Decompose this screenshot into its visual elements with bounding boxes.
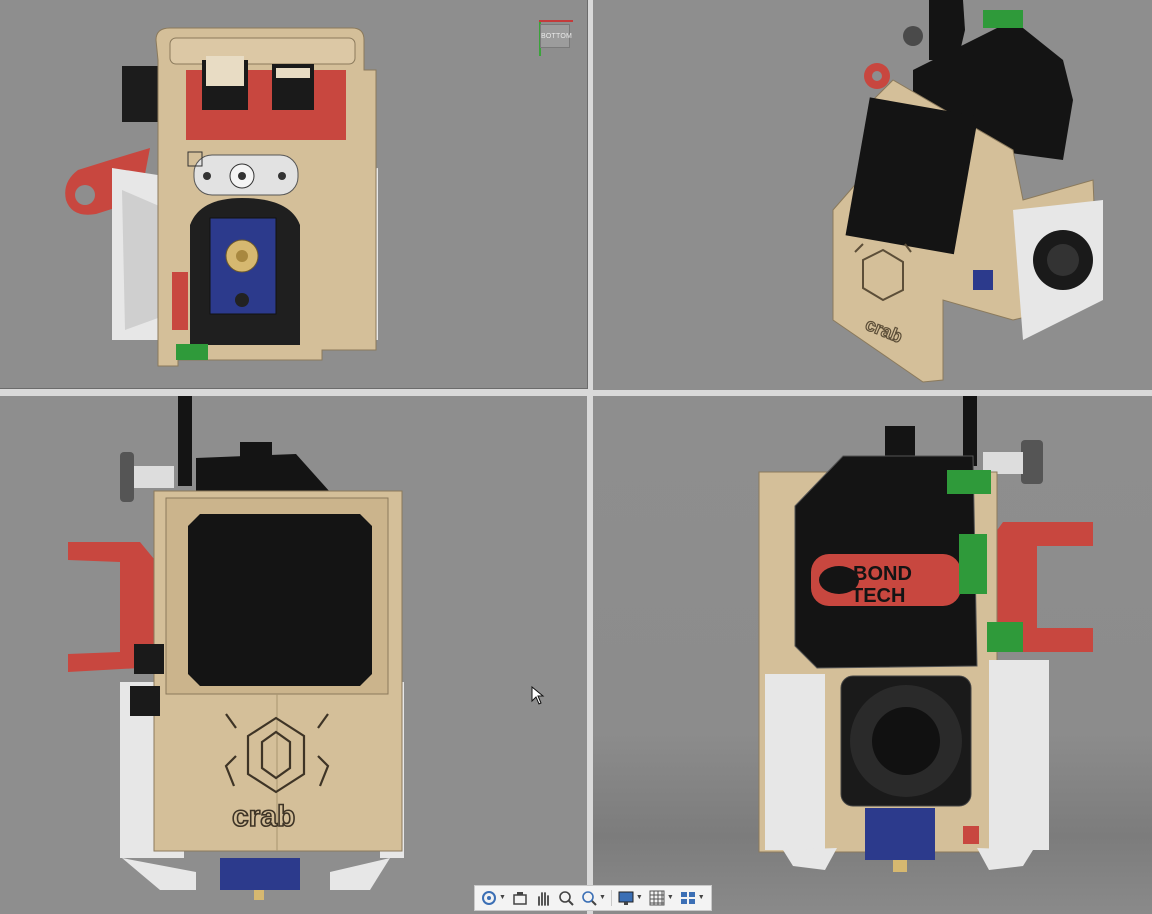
chevron-down-icon: ▼ bbox=[635, 894, 643, 901]
green-clip-top bbox=[947, 470, 991, 494]
pan-button[interactable] bbox=[533, 888, 553, 908]
display-settings-icon bbox=[618, 891, 634, 905]
front-motor bbox=[188, 514, 372, 686]
view-cube[interactable]: BOTTOM bbox=[536, 20, 573, 56]
viewport-front[interactable]: crab bbox=[0, 396, 587, 914]
model-iso-view[interactable]: crab bbox=[593, 0, 1152, 390]
fit-button[interactable]: ▼ bbox=[579, 888, 607, 908]
toolbar-separator bbox=[610, 890, 612, 906]
model-top-view[interactable] bbox=[0, 0, 587, 388]
brand-line-1: BOND bbox=[853, 563, 912, 585]
back-heater bbox=[865, 808, 935, 860]
green-part bbox=[176, 344, 208, 360]
front-logo-text: crab bbox=[232, 800, 295, 833]
chevron-down-icon: ▼ bbox=[697, 894, 705, 901]
zoom-button[interactable] bbox=[556, 888, 576, 908]
back-side-left bbox=[765, 674, 825, 850]
chevron-down-icon: ▼ bbox=[598, 894, 606, 901]
look-at-icon bbox=[513, 892, 527, 905]
look-at-button[interactable] bbox=[510, 888, 530, 908]
grid-icon bbox=[649, 890, 665, 906]
chevron-down-icon: ▼ bbox=[666, 894, 674, 901]
bracket-hole bbox=[75, 185, 95, 205]
grid-button[interactable]: ▼ bbox=[647, 888, 675, 908]
viewports-button[interactable]: ▼ bbox=[678, 888, 706, 908]
brand-line-2: TECH bbox=[851, 585, 905, 607]
viewport-top[interactable]: BOTTOM bbox=[0, 0, 588, 389]
orbit-icon bbox=[482, 891, 496, 905]
front-heater bbox=[220, 858, 300, 890]
back-side-right bbox=[989, 660, 1049, 850]
model-front-view[interactable]: crab bbox=[0, 396, 587, 914]
navigation-toolbar: ▼ ▼ ▼ ▼ ▼ bbox=[474, 885, 712, 911]
x-axis-indicator bbox=[539, 20, 573, 22]
orbit-button[interactable]: ▼ bbox=[479, 888, 507, 908]
green-clip bbox=[983, 10, 1023, 28]
viewport-back[interactable]: BOND TECH bbox=[593, 396, 1152, 914]
chevron-down-icon: ▼ bbox=[499, 894, 506, 901]
display-settings-button[interactable]: ▼ bbox=[616, 888, 644, 908]
model-back-view[interactable]: BOND TECH bbox=[593, 396, 1152, 914]
view-cube-face[interactable]: BOTTOM bbox=[540, 24, 572, 48]
mouse-cursor bbox=[531, 686, 545, 705]
viewports-icon bbox=[680, 892, 695, 904]
pan-icon bbox=[538, 892, 549, 906]
fit-icon bbox=[582, 891, 597, 906]
zoom-icon bbox=[559, 891, 574, 906]
viewport-iso[interactable]: crab bbox=[593, 0, 1152, 390]
